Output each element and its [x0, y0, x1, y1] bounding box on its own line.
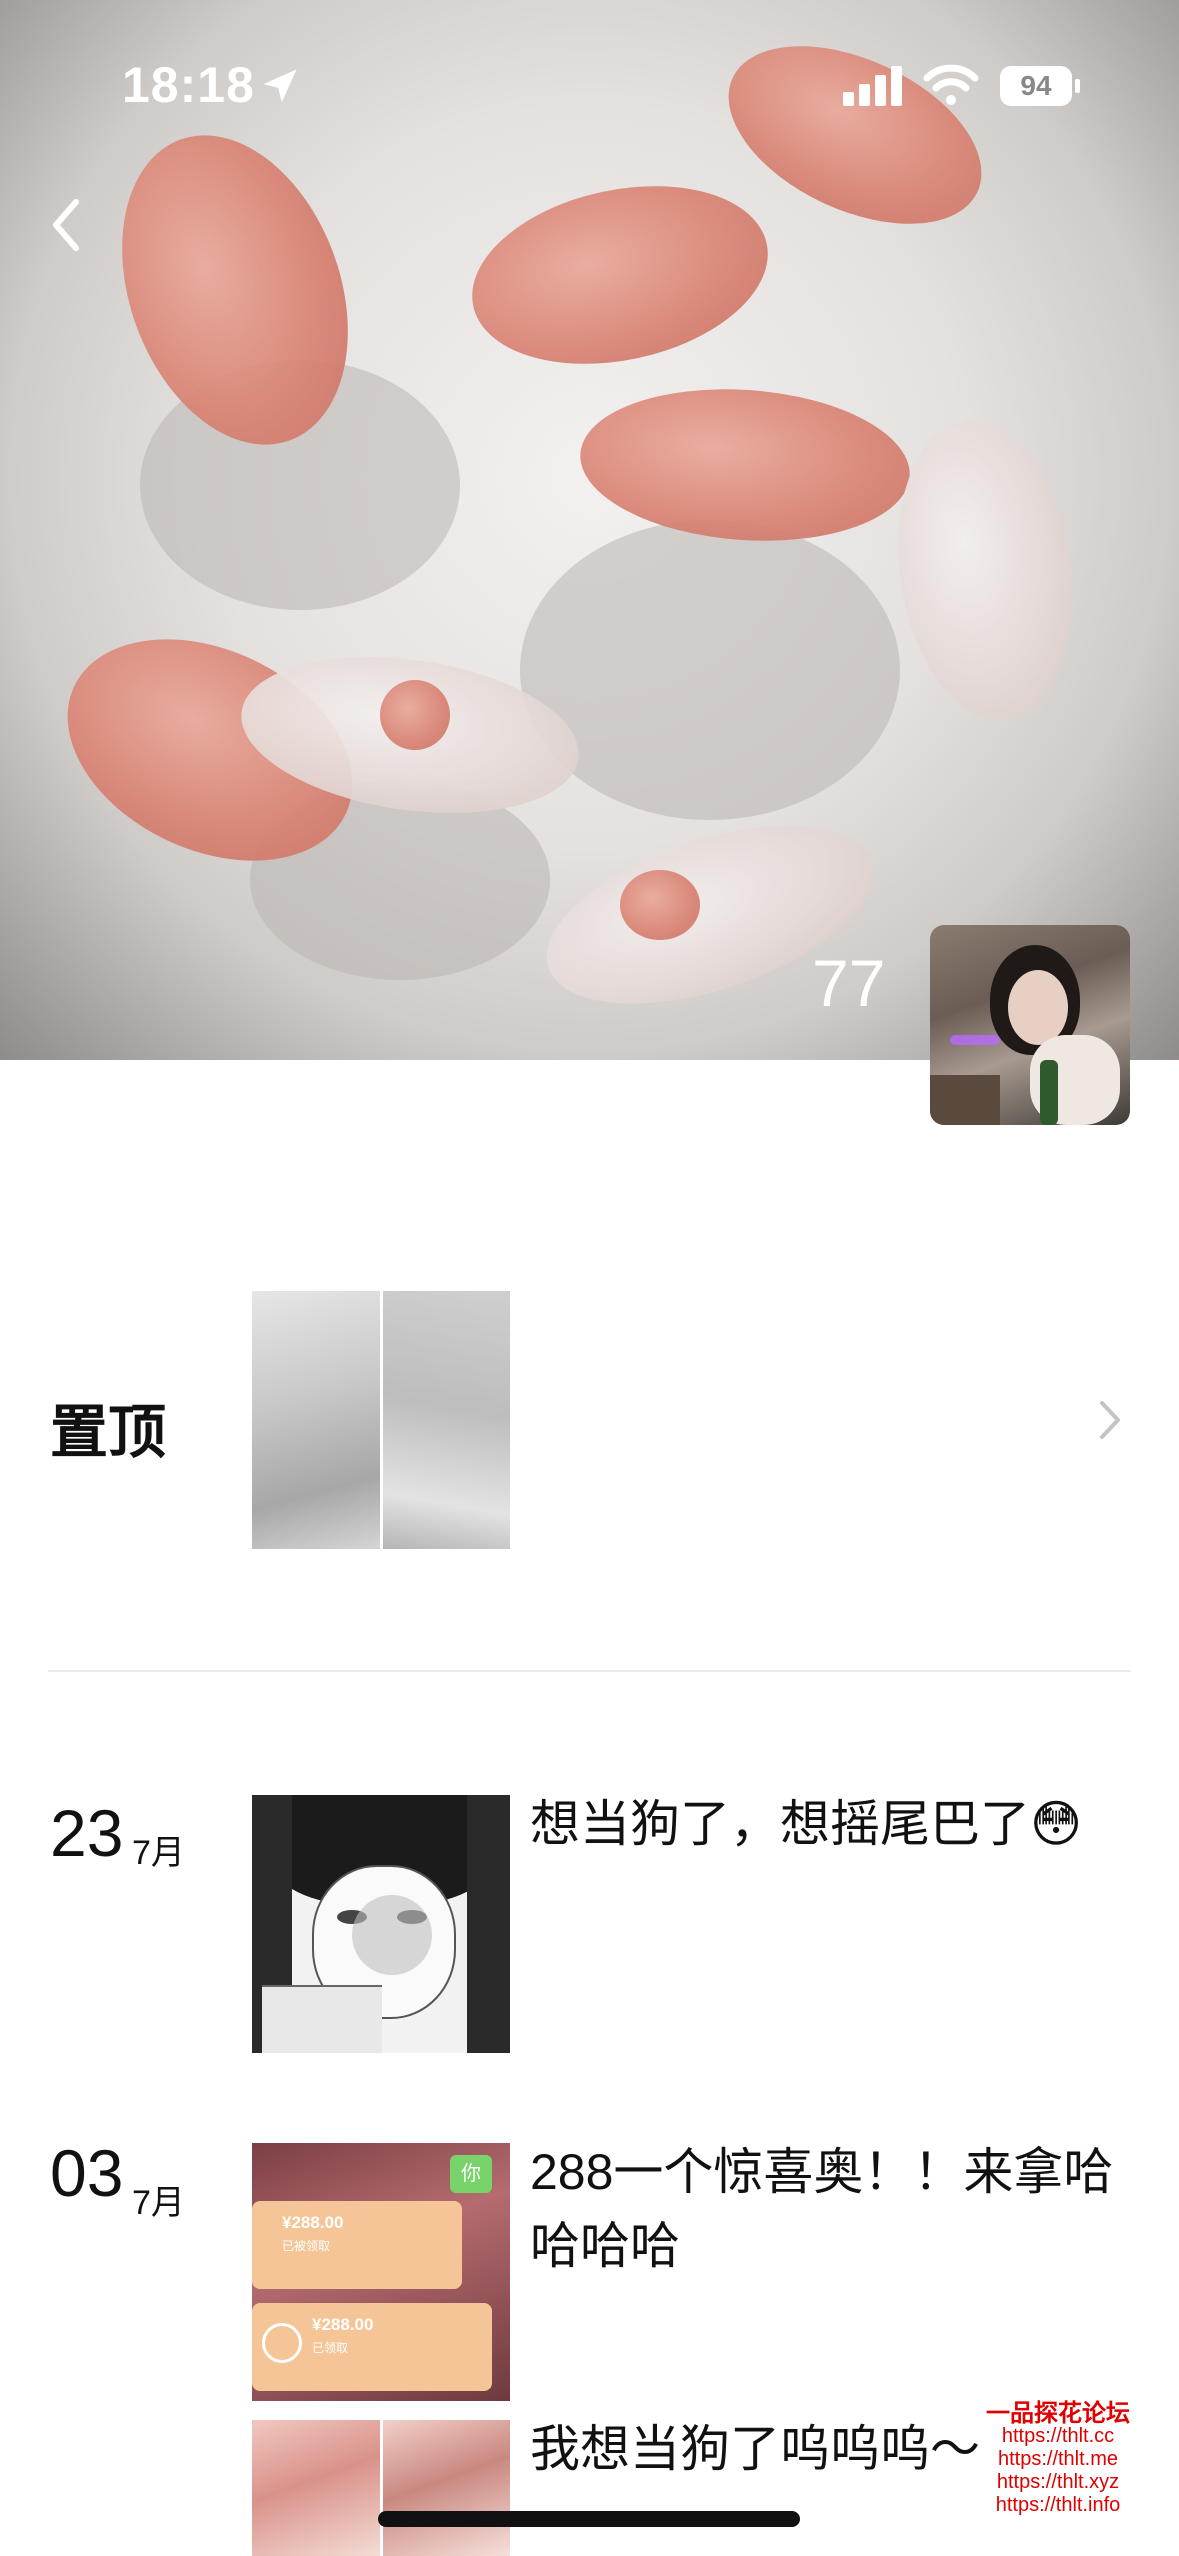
battery-icon: 94 — [1000, 66, 1072, 106]
location-arrow-icon — [263, 69, 297, 103]
pinned-thumbnail[interactable] — [382, 1291, 510, 1549]
pinned-row[interactable] — [0, 1260, 1179, 1580]
thumb-status: 已领取 — [312, 2341, 349, 2355]
thumb-status: 已被领取 — [282, 2239, 331, 2253]
watermark-link: https://thlt.xyz — [996, 2471, 1120, 2493]
watermark-link: https://thlt.me — [997, 2448, 1119, 2470]
thumb-amount: ¥288.00 — [312, 2315, 374, 2334]
post-date-month: 7月 — [132, 2184, 185, 2222]
chevron-left-icon — [53, 199, 79, 251]
back-button[interactable] — [40, 190, 100, 260]
post-text[interactable]: 288一个惊喜奥！！来拿哈哈哈哈 — [530, 2135, 1130, 2283]
post-thumbnail[interactable]: 你 ¥288.00 已被领取 ¥288.00 已领取 — [252, 2143, 510, 2401]
post-date-day: 23 — [50, 1796, 124, 1870]
thumb-tag: 你 — [450, 2155, 492, 2193]
wifi-icon — [923, 64, 979, 105]
post-thumbnail[interactable] — [252, 2420, 510, 2556]
watermark-link: https://thlt.info — [995, 2494, 1121, 2516]
pinned-thumbnail[interactable] — [252, 1291, 380, 1549]
signal-icon — [843, 66, 902, 106]
visitor-count: 77 — [812, 946, 886, 1020]
status-bar: 18:18 94 — [0, 0, 1179, 170]
divider — [48, 1670, 1131, 1672]
status-time: 18:18 — [122, 57, 255, 113]
watermark-title: 一品探花论坛 — [986, 2400, 1130, 2427]
home-indicator[interactable] — [378, 2511, 800, 2527]
avatar[interactable] — [930, 925, 1130, 1125]
post-text[interactable]: 想当狗了，想摇尾巴了😳 — [530, 1787, 1130, 1861]
pinned-thumbnails[interactable] — [252, 1291, 510, 1549]
pinned-label: 置顶 — [50, 1400, 167, 1465]
watermark: 一品探花论坛 https://thlt.cc https://thlt.me h… — [958, 2402, 1158, 2517]
post-date-day: 03 — [50, 2136, 124, 2210]
watermark-link: https://thlt.cc — [1001, 2425, 1115, 2447]
post-thumbnail[interactable] — [252, 1795, 510, 2053]
chevron-right-icon — [1100, 1401, 1120, 1439]
thumb-amount: ¥288.00 — [282, 2213, 344, 2232]
battery-level: 94 — [1020, 70, 1052, 101]
post-date-month: 7月 — [132, 1834, 185, 1872]
